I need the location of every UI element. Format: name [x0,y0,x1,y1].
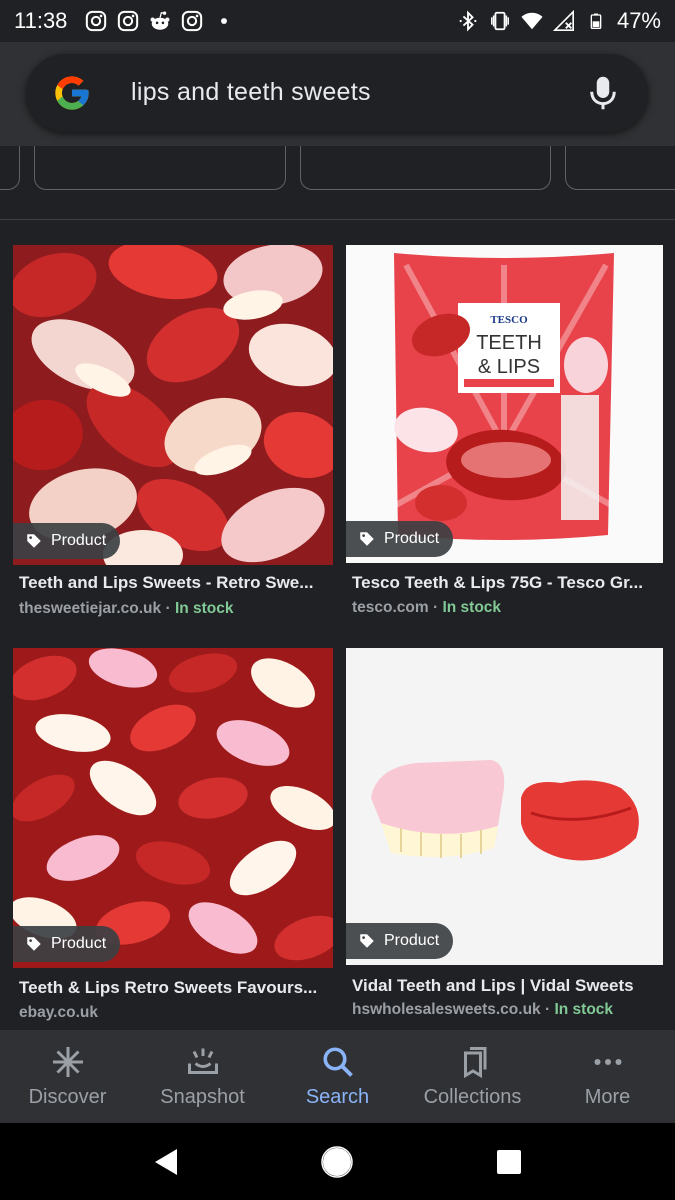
result-meta: tesco.com · In stock [352,599,660,617]
screen: 11:38 47% lips and teeth sweets Product … [0,0,675,1200]
package-brand: TESCO [490,314,528,326]
chips-row [0,146,675,220]
wifi-icon [521,10,543,32]
product-badge: Product [346,923,454,959]
badge-label: Product [51,935,107,952]
product-image[interactable]: TESCO TEETH & LIPS Product [346,245,663,563]
back-button[interactable] [146,1142,186,1182]
search-box[interactable]: lips and teeth sweets [26,54,648,132]
nav-label: Collections [423,1086,522,1108]
bluetooth-icon [457,10,479,32]
recents-button[interactable] [489,1142,529,1182]
result-source: ebay.co.uk [19,1004,98,1021]
nav-collections[interactable]: Collections [405,1030,540,1123]
badge-label: Product [51,532,107,549]
battery-icon [585,10,607,32]
result-meta: ebay.co.uk [19,1004,327,1022]
asterisk-icon [52,1047,83,1077]
filter-chip[interactable] [300,146,551,190]
meta-separator: · [540,1001,555,1018]
nav-label: More [584,1086,631,1108]
signal-icon [552,10,575,32]
package-name-line2: & LIPS [478,356,540,378]
product-badge: Product [13,523,121,559]
google-g-logo [55,76,89,110]
result-card[interactable]: Product Teeth and Lips Sweets - Retro Sw… [13,245,333,630]
back-triangle-icon [154,1148,177,1175]
nav-label: Snapshot [160,1086,245,1108]
nav-snapshot[interactable]: Snapshot [135,1030,270,1123]
nav-search[interactable]: Search [270,1030,405,1123]
mic-icon[interactable] [588,75,618,111]
result-title[interactable]: Vidal Teeth and Lips | Vidal Sweets [352,976,660,996]
nav-discover[interactable]: Discover [0,1030,135,1123]
stock-status: In stock [174,600,234,617]
tag-icon [360,934,374,948]
result-source: hswholesalesweets.co.uk [352,1001,541,1018]
status-right: 47% [457,8,661,34]
product-badge: Product [13,926,121,962]
instagram-icon [181,10,203,32]
result-card[interactable]: Product Vidal Teeth and Lips | Vidal Swe… [346,648,666,1028]
collections-icon [463,1047,486,1079]
system-nav-bar [0,1123,675,1200]
result-title[interactable]: Tesco Teeth & Lips 75G - Tesco Gr... [352,573,660,593]
vibrate-icon [489,10,511,32]
nav-label: Search [305,1086,370,1108]
home-circle-icon [321,1145,354,1178]
filter-chip[interactable] [0,146,20,190]
home-button[interactable] [317,1142,357,1182]
result-title[interactable]: Teeth and Lips Sweets - Retro Swe... [19,573,327,593]
instagram-icon [85,10,107,32]
status-bar: 11:38 47% [0,0,675,42]
filter-chip[interactable] [34,146,286,190]
meta-separator: · [428,599,443,616]
result-meta: hswholesalesweets.co.uk · In stock [352,1001,660,1019]
result-meta: thesweetiejar.co.uk · In stock [19,600,327,618]
result-card[interactable]: TESCO TEETH & LIPS Product Tesco Teeth &… [346,245,666,630]
recents-square-icon [497,1149,522,1174]
instagram-icon [117,10,139,32]
bottom-nav: Discover Snapshot Search Collections Mor… [0,1030,675,1123]
tag-icon [360,532,374,546]
badge-label: Product [384,530,440,547]
snapshot-icon [187,1048,218,1074]
product-badge: Product [346,521,454,557]
more-dots-icon [594,1059,621,1065]
status-left: 11:38 [14,8,235,34]
stock-status: In stock [442,599,502,616]
battery-percent: 47% [616,8,661,33]
package-name-line1: TEETH [476,332,542,354]
meta-separator: · [161,600,175,617]
product-image[interactable]: Product [13,245,333,565]
search-header: lips and teeth sweets [0,42,675,146]
result-source: thesweetiejar.co.uk [19,600,162,617]
product-image[interactable]: Product [346,648,663,965]
tag-icon [27,534,41,548]
dot-icon [213,10,235,32]
stock-status: In stock [554,1001,614,1018]
product-image[interactable]: Product [13,648,333,968]
filter-chip[interactable] [565,146,675,190]
result-title[interactable]: Teeth & Lips Retro Sweets Favours... [19,978,327,998]
tag-icon [27,937,41,951]
result-card[interactable]: Product Teeth & Lips Retro Sweets Favour… [13,648,333,1028]
reddit-icon [149,10,171,32]
search-input[interactable]: lips and teeth sweets [131,78,371,107]
status-time: 11:38 [14,8,68,33]
badge-label: Product [384,932,440,949]
result-source: tesco.com [352,599,429,616]
nav-more[interactable]: More [540,1030,675,1123]
nav-label: Discover [28,1086,107,1108]
search-icon [322,1047,353,1077]
